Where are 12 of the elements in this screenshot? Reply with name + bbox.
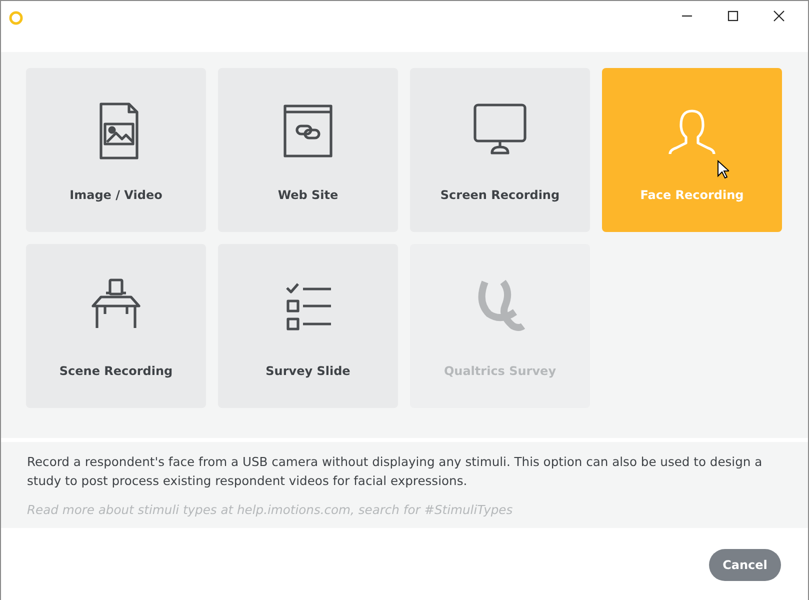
stimulus-type-tile[interactable]: Web Site bbox=[218, 68, 398, 232]
stimulus-type-tile[interactable]: Survey Slide bbox=[218, 244, 398, 408]
stimulus-type-tile[interactable]: Scene Recording bbox=[26, 244, 206, 408]
description-text: Record a respondent's face from a USB camera without displaying any stimuli. This option can also be used to design a study to post process existing respondent videos for facial expressions. bbox=[27, 454, 764, 490]
close-icon bbox=[773, 10, 785, 22]
maximize-icon bbox=[727, 10, 739, 22]
stimulus-type-tile[interactable]: Screen Recording bbox=[410, 68, 590, 232]
stimulus-type-tile[interactable]: Image / Video bbox=[26, 68, 206, 232]
mouse-cursor-icon bbox=[717, 160, 729, 179]
cancel-button[interactable]: Cancel bbox=[709, 549, 781, 581]
hint-text: Read more about stimuli types at help.imotions.com, search for #StimuliTypes bbox=[27, 502, 514, 519]
app-logo-icon bbox=[8, 10, 24, 26]
